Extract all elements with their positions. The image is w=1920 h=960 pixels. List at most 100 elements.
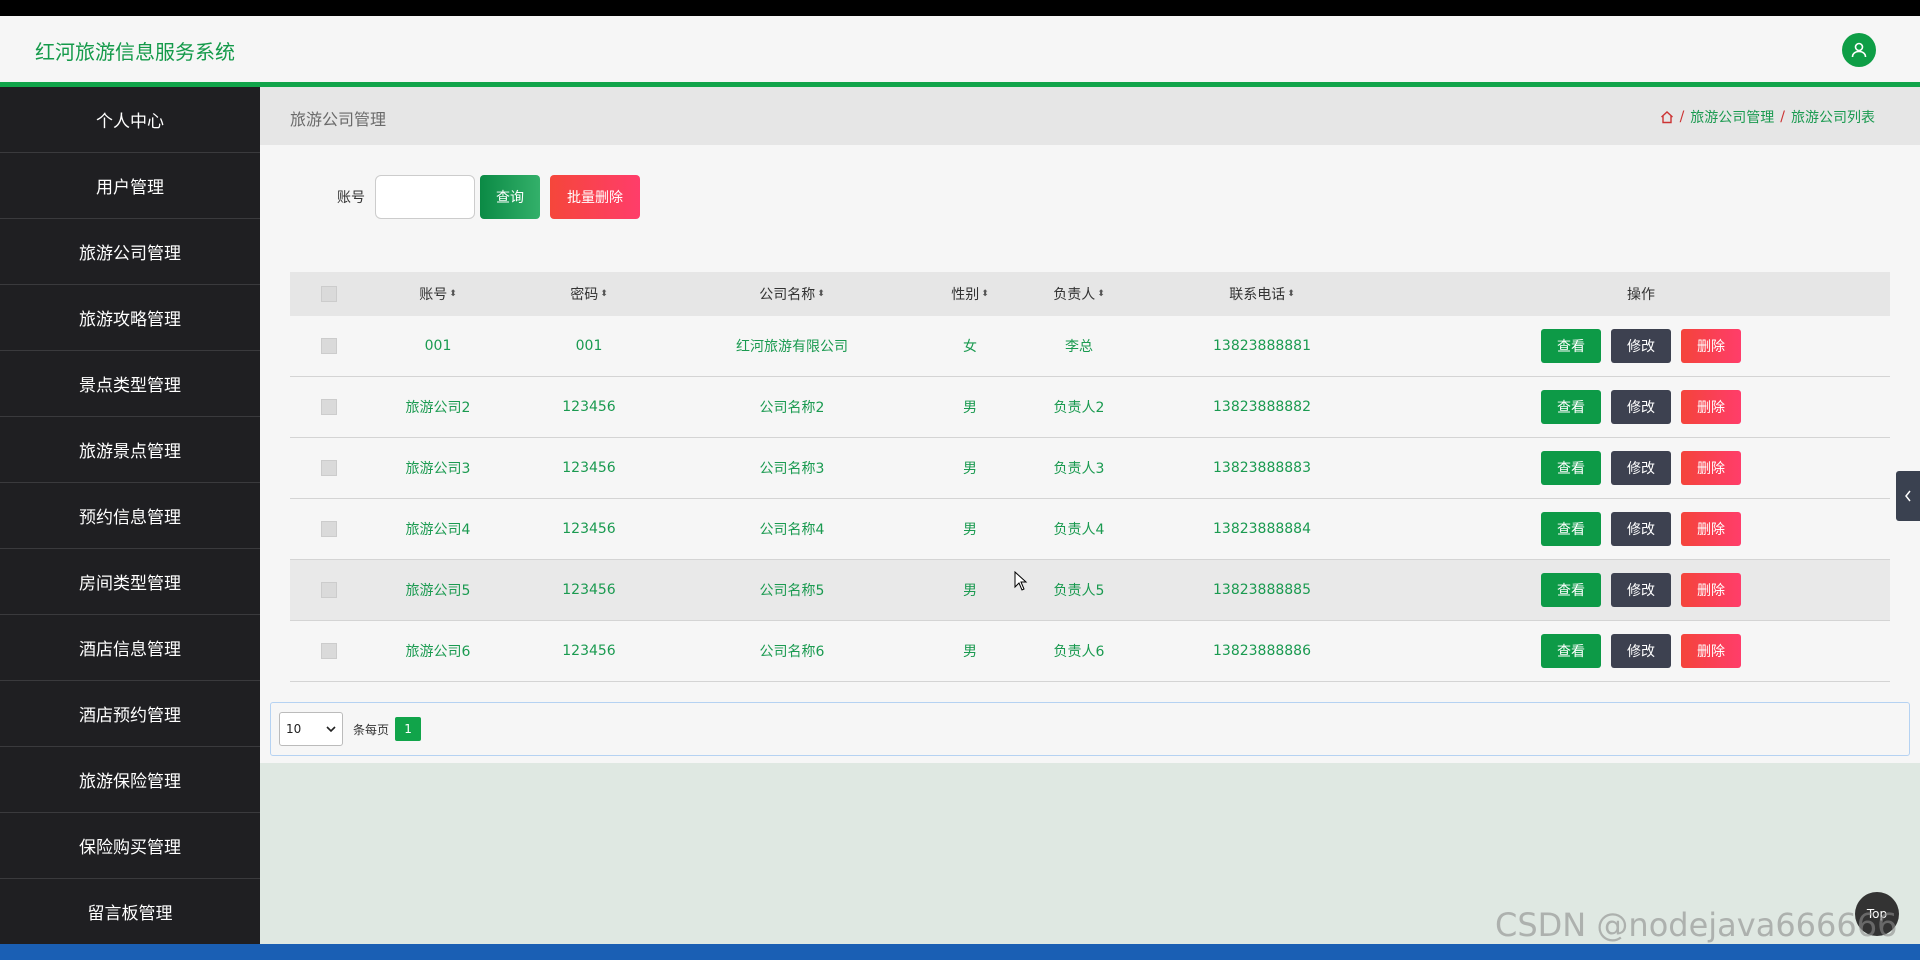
sidebar-item-insurance-purchase[interactable]: 保险购买管理 — [0, 813, 260, 879]
cell-password: 123456 — [562, 582, 616, 598]
cell-manager: 负责人4 — [1053, 522, 1105, 538]
column-header-password[interactable]: 密码 ⬍ — [508, 284, 670, 304]
row-checkbox[interactable] — [321, 338, 337, 354]
app-frame: 红河旅游信息服务系统 个人中心 用户管理 旅游公司管理 旅游攻略管理 景点类型管… — [0, 16, 1920, 944]
view-button[interactable]: 查看 — [1541, 451, 1601, 485]
sort-icon: ⬍ — [1097, 289, 1105, 299]
sidebar-item-room-type[interactable]: 房间类型管理 — [0, 549, 260, 615]
cell-company: 公司名称4 — [759, 522, 825, 538]
cell-sex: 男 — [963, 400, 977, 416]
row-checkbox[interactable] — [321, 460, 337, 476]
column-header-manager[interactable]: 负责人 ⬍ — [1026, 284, 1132, 304]
chevron-left-icon — [1905, 490, 1911, 502]
column-header-label: 操作 — [1627, 287, 1655, 303]
chevron-down-icon — [326, 726, 336, 733]
column-header-phone[interactable]: 联系电话 ⬍ — [1132, 284, 1392, 304]
query-button[interactable]: 查询 — [480, 174, 540, 219]
delete-button[interactable]: 删除 — [1681, 512, 1741, 546]
sidebar-item-travel-guide[interactable]: 旅游攻略管理 — [0, 285, 260, 351]
edit-button[interactable]: 修改 — [1611, 329, 1671, 363]
page-size-value: 10 — [286, 722, 302, 736]
delete-button[interactable]: 删除 — [1681, 573, 1741, 607]
view-button[interactable]: 查看 — [1541, 634, 1601, 668]
company-table: 账号 ⬍ 密码 ⬍ 公司名称 ⬍ 性别 ⬍ 负责人 ⬍ 联系电话 ⬍ 操作 001 001 … — [290, 272, 1890, 682]
sidebar-item-hotel-info[interactable]: 酒店信息管理 — [0, 615, 260, 681]
breadcrumb-bar: 旅游公司管理 / 旅游公司管理 / 旅游公司列表 — [260, 87, 1920, 145]
row-checkbox[interactable] — [321, 399, 337, 415]
table-row: 旅游公司6 123456 公司名称6 男 负责人6 13823888886 查看… — [290, 621, 1890, 682]
cell-company: 公司名称3 — [759, 461, 825, 477]
sidebar: 个人中心 用户管理 旅游公司管理 旅游攻略管理 景点类型管理 旅游景点管理 预约… — [0, 87, 260, 944]
breadcrumb: / 旅游公司管理 / 旅游公司列表 — [1660, 107, 1875, 127]
view-button[interactable]: 查看 — [1541, 512, 1601, 546]
cell-phone: 13823888883 — [1213, 460, 1311, 476]
table-row: 旅游公司3 123456 公司名称3 男 负责人3 13823888883 查看… — [290, 438, 1890, 499]
sidebar-item-travel-company[interactable]: 旅游公司管理 — [0, 219, 260, 285]
edit-button[interactable]: 修改 — [1611, 512, 1671, 546]
sidebar-item-hotel-booking[interactable]: 酒店预约管理 — [0, 681, 260, 747]
edit-button[interactable]: 修改 — [1611, 390, 1671, 424]
table-row: 旅游公司2 123456 公司名称2 男 负责人2 13823888882 查看… — [290, 377, 1890, 438]
sidebar-item-reservations[interactable]: 预约信息管理 — [0, 483, 260, 549]
column-header-actions: 操作 — [1392, 284, 1890, 304]
content-panel: 旅游公司管理 / 旅游公司管理 / 旅游公司列表 账号 查询 批量删除 账号 ⬍… — [260, 87, 1920, 763]
cell-manager: 负责人3 — [1053, 461, 1105, 477]
delete-button[interactable]: 删除 — [1681, 390, 1741, 424]
home-icon[interactable] — [1660, 110, 1674, 124]
table-row: 旅游公司4 123456 公司名称4 男 负责人4 13823888884 查看… — [290, 499, 1890, 560]
column-header-label: 联系电话 — [1229, 287, 1286, 303]
page-number-button[interactable]: 1 — [395, 717, 422, 741]
sort-icon: ⬍ — [449, 289, 457, 299]
row-checkbox[interactable] — [321, 521, 337, 537]
sidebar-item-label: 旅游保险管理 — [79, 772, 181, 792]
sidebar-item-attractions[interactable]: 旅游景点管理 — [0, 417, 260, 483]
sidebar-item-travel-insurance[interactable]: 旅游保险管理 — [0, 747, 260, 813]
sidebar-item-label: 景点类型管理 — [79, 376, 181, 396]
sidebar-item-label: 旅游攻略管理 — [79, 310, 181, 330]
row-checkbox[interactable] — [321, 582, 337, 598]
search-row: 账号 查询 批量删除 — [260, 174, 640, 219]
view-button[interactable]: 查看 — [1541, 390, 1601, 424]
table-header: 账号 ⬍ 密码 ⬍ 公司名称 ⬍ 性别 ⬍ 负责人 ⬍ 联系电话 ⬍ 操作 — [290, 272, 1890, 316]
delete-button[interactable]: 删除 — [1681, 634, 1741, 668]
sidebar-item-user-management[interactable]: 用户管理 — [0, 153, 260, 219]
sidebar-item-message-board[interactable]: 留言板管理 — [0, 879, 260, 944]
cell-account: 旅游公司5 — [405, 583, 471, 599]
view-button[interactable]: 查看 — [1541, 573, 1601, 607]
batch-delete-button[interactable]: 批量删除 — [550, 174, 640, 219]
column-header-label: 密码 — [570, 287, 599, 303]
cell-password: 123456 — [562, 521, 616, 537]
pagination: 10 条每页 1 — [270, 702, 1910, 756]
cell-manager: 负责人2 — [1053, 400, 1105, 416]
edit-button[interactable]: 修改 — [1611, 573, 1671, 607]
select-all-checkbox[interactable] — [321, 286, 337, 302]
user-avatar-button[interactable] — [1842, 33, 1876, 67]
cell-password: 123456 — [562, 399, 616, 415]
cell-password: 123456 — [562, 643, 616, 659]
cell-phone: 13823888881 — [1213, 338, 1311, 354]
sort-icon: ⬍ — [817, 289, 825, 299]
row-checkbox[interactable] — [321, 643, 337, 659]
edit-button[interactable]: 修改 — [1611, 634, 1671, 668]
sidebar-item-personal-center[interactable]: 个人中心 — [0, 87, 260, 153]
cell-account: 001 — [424, 338, 452, 354]
sidebar-item-label: 旅游公司管理 — [79, 244, 181, 264]
sidebar-item-attraction-type[interactable]: 景点类型管理 — [0, 351, 260, 417]
delete-button[interactable]: 删除 — [1681, 451, 1741, 485]
collapse-panel-button[interactable] — [1896, 471, 1920, 521]
delete-button[interactable]: 删除 — [1681, 329, 1741, 363]
view-button[interactable]: 查看 — [1541, 329, 1601, 363]
page-size-select[interactable]: 10 — [279, 712, 343, 746]
cell-account: 旅游公司6 — [405, 644, 471, 660]
cell-sex: 男 — [963, 461, 977, 477]
sort-icon: ⬍ — [981, 289, 989, 299]
column-header-sex[interactable]: 性别 ⬍ — [914, 284, 1026, 304]
column-header-account[interactable]: 账号 ⬍ — [368, 284, 508, 304]
edit-button[interactable]: 修改 — [1611, 451, 1671, 485]
cell-company: 红河旅游有限公司 — [736, 339, 848, 355]
cell-sex: 男 — [963, 522, 977, 538]
breadcrumb-item-company-management[interactable]: 旅游公司管理 — [1690, 107, 1774, 127]
account-search-input[interactable] — [375, 174, 475, 219]
column-header-company[interactable]: 公司名称 ⬍ — [670, 284, 914, 304]
per-page-label: 条每页 — [353, 722, 390, 737]
